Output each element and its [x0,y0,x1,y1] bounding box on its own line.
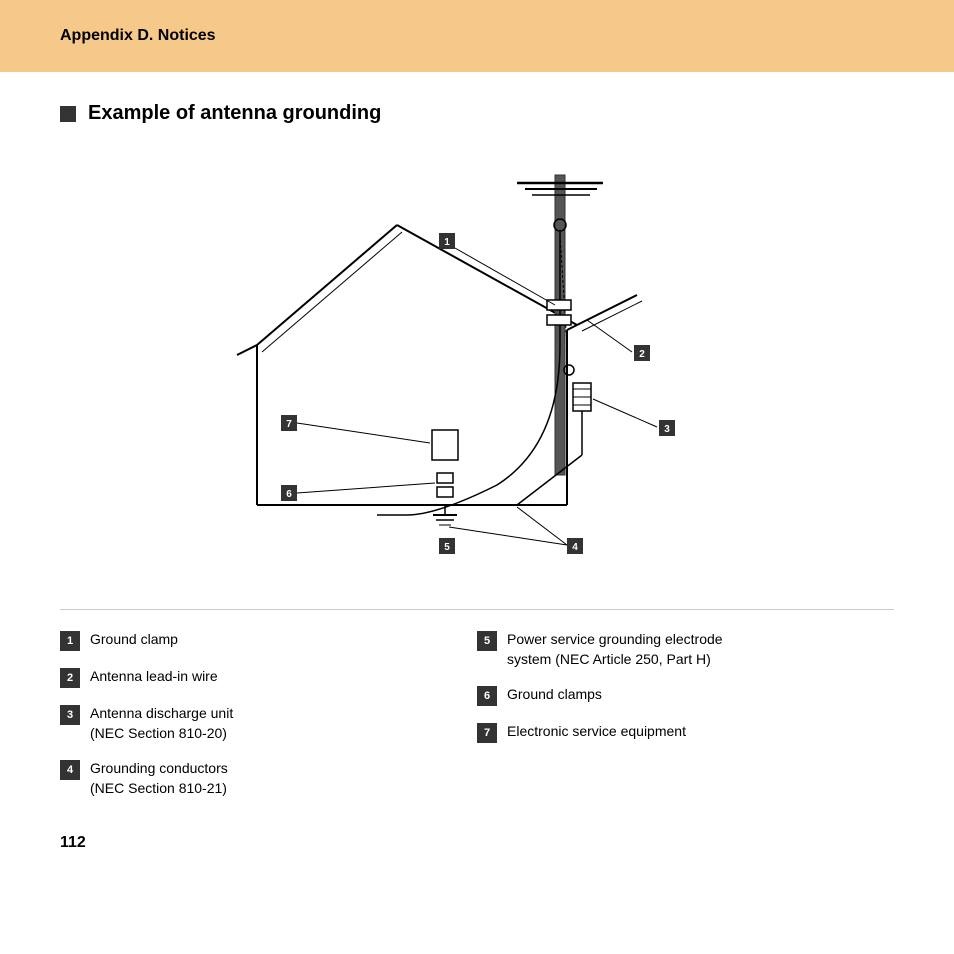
legend-text-6: Ground clamps [507,685,602,705]
legend-item-7: 7 Electronic service equipment [477,722,894,743]
svg-text:2: 2 [639,349,645,360]
legend-badge-6: 6 [477,686,497,706]
legend-badge-1: 1 [60,631,80,651]
legend-item-3: 3 Antenna discharge unit(NEC Section 810… [60,704,477,743]
legend-item-6: 6 Ground clamps [477,685,894,706]
legend-text-1: Ground clamp [90,630,178,650]
legend-text-4: Grounding conductors(NEC Section 810-21) [90,759,228,798]
legend-text-3: Antenna discharge unit(NEC Section 810-2… [90,704,233,743]
legend-text-5: Power service grounding electrodesystem … [507,630,723,669]
antenna-diagram: 1 2 3 4 5 6 7 [197,145,757,585]
svg-text:5: 5 [444,542,450,553]
legend-item-5: 5 Power service grounding electrodesyste… [477,630,894,669]
svg-text:1: 1 [444,237,450,248]
heading-bullet [60,106,76,122]
divider [60,609,894,610]
legend-col-left: 1 Ground clamp 2 Antenna lead-in wire 3 … [60,630,477,814]
svg-text:3: 3 [664,424,670,435]
page-header: Appendix D. Notices [0,0,954,72]
header-title: Appendix D. Notices [60,27,216,45]
legend: 1 Ground clamp 2 Antenna lead-in wire 3 … [60,630,894,814]
legend-badge-4: 4 [60,760,80,780]
page-number: 112 [60,834,894,852]
legend-col-right: 5 Power service grounding electrodesyste… [477,630,894,814]
legend-text-2: Antenna lead-in wire [90,667,218,687]
legend-badge-2: 2 [60,668,80,688]
svg-text:4: 4 [572,542,578,553]
diagram-container: 1 2 3 4 5 6 7 [60,145,894,585]
svg-text:6: 6 [286,489,292,500]
legend-text-7: Electronic service equipment [507,722,686,742]
legend-badge-3: 3 [60,705,80,725]
svg-text:7: 7 [286,419,292,430]
legend-item-1: 1 Ground clamp [60,630,477,651]
legend-item-2: 2 Antenna lead-in wire [60,667,477,688]
section-heading: Example of antenna grounding [60,102,894,125]
section-title: Example of antenna grounding [88,102,381,125]
legend-item-4: 4 Grounding conductors(NEC Section 810-2… [60,759,477,798]
legend-badge-7: 7 [477,723,497,743]
legend-badge-5: 5 [477,631,497,651]
main-content: Example of antenna grounding [0,72,954,872]
